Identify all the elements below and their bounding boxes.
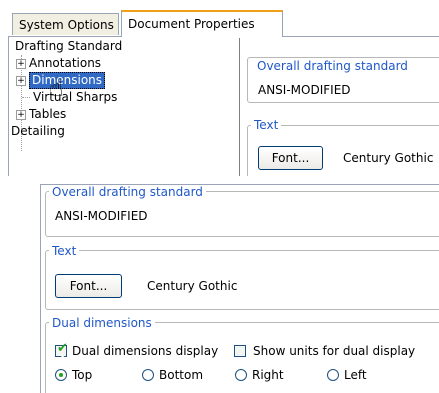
tab-strip: System Options Document Properties [8, 8, 439, 37]
top-panel: System Options Document Properties Draft… [8, 8, 439, 176]
text-group-title: Text [251, 118, 282, 132]
tree-item-drafting-standard[interactable]: Drafting Standard [15, 38, 122, 55]
radio-top[interactable] [55, 369, 67, 381]
overall-standard-value: ANSI-MODIFIED [258, 83, 351, 97]
radio-top-label: Top [72, 368, 93, 382]
radio-right[interactable] [235, 369, 247, 381]
tree-item-detailing[interactable]: Detailing [11, 123, 65, 140]
tree-item-annotations[interactable]: Annotations [29, 55, 101, 72]
tab-system-options[interactable]: System Options [12, 13, 119, 35]
overall-standard-title: Overall drafting standard [49, 185, 206, 199]
tree-item-tables[interactable]: Tables [29, 106, 66, 123]
font-button[interactable]: Font... [258, 146, 323, 170]
radio-bottom[interactable] [142, 369, 154, 381]
tree-guide-line [22, 97, 30, 98]
radio-right-label: Right [252, 368, 284, 382]
tab-body: Drafting Standard + Annotations + Dimens… [8, 36, 439, 176]
tab-document-properties[interactable]: Document Properties [121, 10, 283, 37]
bottom-panel: Overall drafting standard ANSI-MODIFIED … [40, 184, 439, 393]
expand-plus-icon[interactable]: + [16, 110, 26, 120]
font-button[interactable]: Font... [55, 274, 122, 298]
font-value: Century Gothic [343, 151, 434, 165]
show-units-checkbox[interactable] [234, 345, 246, 357]
font-value: Century Gothic [147, 279, 238, 293]
expand-plus-icon[interactable]: + [16, 59, 26, 69]
radio-selected-dot [59, 373, 63, 377]
radio-left[interactable] [327, 369, 339, 381]
overall-standard-value: ANSI-MODIFIED [55, 209, 148, 223]
tree-item-virtual-sharps[interactable]: Virtual Sharps [33, 89, 117, 106]
expand-plus-icon[interactable]: + [16, 76, 26, 86]
show-units-label: Show units for dual display [253, 344, 416, 358]
dual-display-label: Dual dimensions display [72, 344, 219, 358]
radio-left-label: Left [344, 368, 367, 382]
tree-item-dimensions[interactable]: Dimensions [29, 72, 106, 89]
radio-bottom-label: Bottom [159, 368, 204, 382]
text-group-title: Text [49, 244, 80, 258]
dual-dimensions-title: Dual dimensions [49, 316, 155, 330]
options-tree: Drafting Standard + Annotations + Dimens… [11, 38, 240, 176]
overall-standard-title: Overall drafting standard [254, 59, 411, 73]
